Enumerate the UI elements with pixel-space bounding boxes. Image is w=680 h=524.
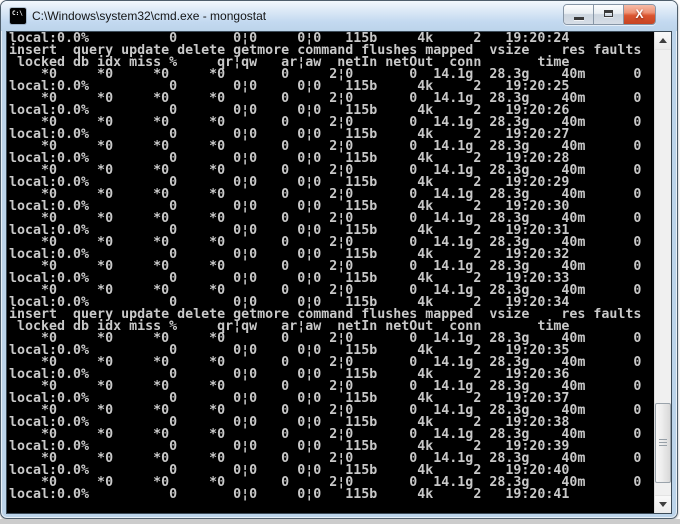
grip-icon [659,439,667,446]
titlebar[interactable]: C:\ C:\Windows\system32\cmd.exe - mongos… [1,1,677,31]
desktop-strip [0,519,680,524]
cmd-window: C:\ C:\Windows\system32\cmd.exe - mongos… [0,0,678,519]
terminal-viewport[interactable]: local:0.0% 0 0¦0 0¦0 115b 4k 2 19:20:24 … [7,32,654,513]
terminal-client-area: local:0.0% 0 0¦0 0¦0 115b 4k 2 19:20:24 … [6,31,672,514]
terminal-output: local:0.0% 0 0¦0 0¦0 115b 4k 2 19:20:24 … [9,32,642,502]
down-arrow-icon [659,502,667,507]
scroll-up-button[interactable] [655,32,671,50]
scroll-down-button[interactable] [655,495,671,513]
scroll-thumb[interactable] [655,403,671,483]
maximize-icon [604,10,613,17]
window-title: C:\Windows\system32\cmd.exe - mongostat [32,9,267,23]
close-button[interactable]: X [624,5,655,24]
minimize-button[interactable] [564,5,594,24]
maximize-button[interactable] [594,5,624,24]
up-arrow-icon [659,38,667,43]
cmd-icon[interactable]: C:\ [10,8,26,24]
window-controls: X [563,4,656,25]
close-icon: X [635,7,644,21]
minimize-icon [574,17,584,20]
scrollbar[interactable] [654,32,671,513]
